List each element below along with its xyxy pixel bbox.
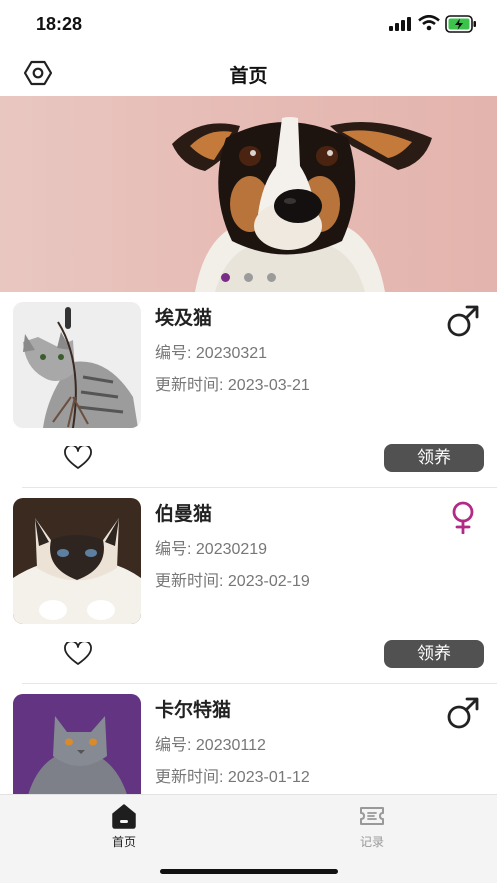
pet-code: 编号: 20230321 [155, 345, 268, 362]
pet-name: 卡尔特猫 [155, 700, 232, 721]
pet-updated-time: 更新时间: 2023-01-12 [155, 769, 310, 786]
female-icon [452, 501, 474, 534]
status-bar: 18:28 [0, 0, 497, 48]
wifi-icon [418, 15, 440, 31]
battery-charging-icon [445, 15, 476, 33]
pet-updated-time: 更新时间: 2023-03-21 [155, 377, 310, 394]
pet-photo[interactable] [13, 498, 141, 624]
favorite-heart-icon[interactable] [64, 642, 92, 666]
status-time: 18:28 [36, 14, 83, 34]
carousel-dot[interactable] [267, 273, 276, 282]
page-title: 首页 [229, 66, 268, 87]
cellular-signal-icon [389, 17, 411, 31]
dog-banner-image [172, 117, 432, 292]
tab-label: 首页 [111, 835, 136, 849]
pet-photo[interactable] [13, 694, 141, 794]
cat-photo-image [13, 694, 141, 794]
adopt-button[interactable]: 领养 [384, 640, 484, 668]
pet-card[interactable]: 伯曼猫 编号: 20230219 更新时间: 2023-02-19 领养 [0, 488, 497, 684]
pet-name: 伯曼猫 [155, 504, 213, 525]
pet-name: 埃及猫 [155, 308, 213, 329]
cat-photo-image [13, 302, 141, 428]
pet-card[interactable]: 卡尔特猫 编号: 20230112 更新时间: 2023-01-12 领养 [0, 684, 497, 794]
tab-records[interactable]: 记录 [327, 803, 417, 850]
pet-photo[interactable] [13, 302, 141, 428]
adopt-button[interactable]: 领养 [384, 444, 484, 472]
pet-updated-time: 更新时间: 2023-02-19 [155, 573, 310, 590]
pet-list[interactable]: 埃及猫 编号: 20230321 更新时间: 2023-03-21 领养 伯曼猫… [0, 292, 497, 794]
carousel-indicator[interactable] [0, 273, 497, 282]
male-icon [447, 305, 479, 337]
home-icon [112, 804, 136, 829]
tab-home[interactable]: 首页 [79, 803, 169, 850]
nav-bar: 首页 [0, 48, 497, 96]
pet-card[interactable]: 埃及猫 编号: 20230321 更新时间: 2023-03-21 领养 [0, 292, 497, 488]
records-icon [360, 807, 384, 825]
pet-code: 编号: 20230219 [155, 541, 268, 558]
pet-code: 编号: 20230112 [155, 737, 266, 754]
cat-photo-image [13, 498, 141, 624]
tab-label: 记录 [359, 835, 384, 849]
carousel-dot[interactable] [244, 273, 253, 282]
favorite-heart-icon[interactable] [64, 446, 92, 470]
male-icon [447, 697, 479, 729]
home-indicator[interactable] [160, 869, 338, 874]
banner-carousel[interactable] [0, 96, 497, 292]
carousel-dot[interactable] [221, 273, 230, 282]
